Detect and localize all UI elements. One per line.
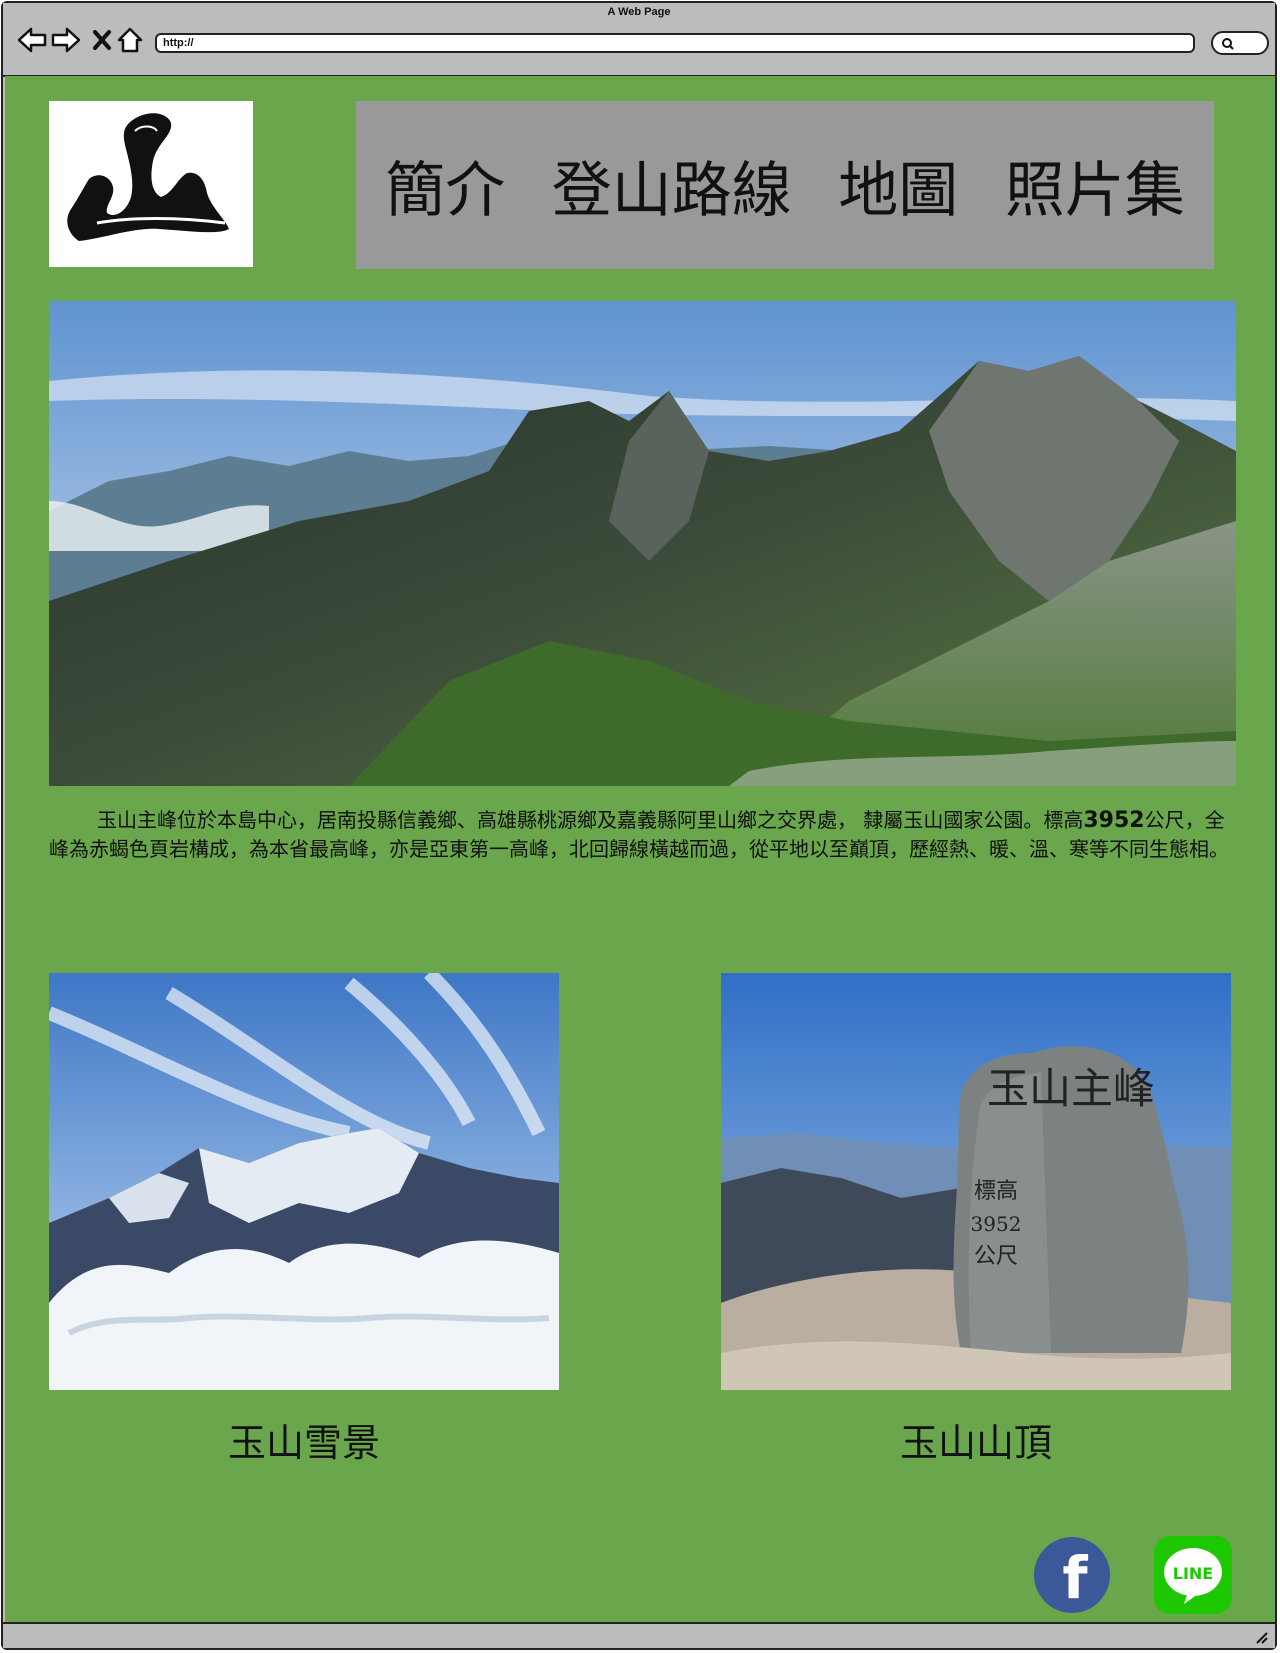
line-icon[interactable]: LINE [1154, 1536, 1232, 1614]
page-content: 簡介 登山路線 地圖 照片集 玉山主峰位於本島中心，居南投縣信義鄉、高雄縣桃源鄉… [5, 76, 1275, 1623]
search-icon [1222, 38, 1234, 50]
snow-scene-photo [49, 973, 559, 1390]
address-bar[interactable]: http:// [155, 33, 1195, 53]
summit-elevation-label: 標高 [974, 1179, 1018, 1204]
nav-photo-gallery[interactable]: 照片集 [1005, 142, 1185, 229]
browser-toolbar: A Web Page http:// [3, 3, 1275, 77]
browser-status-bar [3, 1622, 1275, 1648]
intro-height: 3952 [1083, 808, 1145, 833]
home-icon[interactable] [113, 23, 147, 57]
intro-text-1: 玉山主峰位於本島中心，居南投縣信義鄉、高雄縣桃源鄉及嘉義縣阿里山鄉之交界處， 隸… [97, 808, 1084, 832]
summit-elevation-value: 3952 [971, 1212, 1022, 1236]
resize-grip-icon[interactable] [1253, 1629, 1269, 1645]
forward-arrow-icon[interactable] [49, 23, 83, 57]
mountain-brush-logo-icon [67, 113, 229, 241]
summit-stone-photo: 玉山主峰 標高 3952 公尺 [721, 973, 1231, 1390]
site-logo[interactable] [49, 101, 253, 267]
search-field[interactable] [1211, 31, 1269, 55]
facebook-glyph: f [1062, 1544, 1088, 1612]
facebook-icon[interactable]: f [1033, 1536, 1111, 1614]
intro-paragraph: 玉山主峰位於本島中心，居南投縣信義鄉、高雄縣桃源鄉及嘉義縣阿里山鄉之交界處， 隸… [49, 806, 1239, 863]
nav-hiking-routes[interactable]: 登山路線 [552, 142, 792, 229]
line-glyph: LINE [1173, 1564, 1213, 1583]
browser-window: A Web Page http:// 簡介 登山路線 地圖 照片集 玉山主峰位於… [1, 1, 1277, 1650]
nav-intro[interactable]: 簡介 [385, 142, 505, 229]
window-title: A Web Page [607, 6, 671, 18]
caption-summit: 玉山山頂 [899, 1421, 1052, 1465]
hero-mountain-photo [49, 301, 1236, 786]
caption-snow-scene: 玉山雪景 [227, 1421, 380, 1465]
back-arrow-icon[interactable] [15, 23, 49, 57]
main-nav: 簡介 登山路線 地圖 照片集 [356, 101, 1214, 269]
summit-inscription-char-1: 玉山主峰 [987, 1064, 1155, 1113]
nav-map[interactable]: 地圖 [838, 142, 958, 229]
summit-elevation-unit: 公尺 [974, 1244, 1018, 1269]
